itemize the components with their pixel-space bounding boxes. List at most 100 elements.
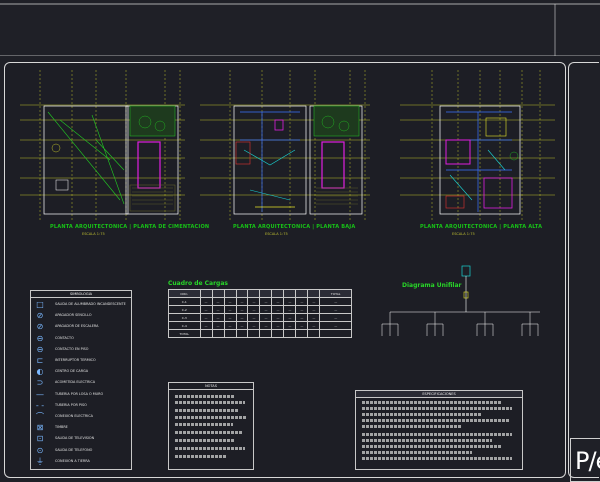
load-table: CIRC. TOTAL C-1— — — — — — — — — — — C-2— — — — — — — — — — — C-… bbox=[168, 289, 352, 339]
legend-item: — TUBERIA POR LOSA O MURO bbox=[33, 389, 129, 401]
table-header-cell bbox=[223, 289, 237, 298]
table-header-cell bbox=[211, 289, 225, 298]
legend-label: APAGADOR SENCILLO bbox=[55, 313, 92, 318]
table-cell: — bbox=[307, 321, 321, 330]
spec-line bbox=[362, 425, 462, 428]
table-cell: — bbox=[211, 321, 225, 330]
ground-icon: ⏚ bbox=[36, 456, 44, 466]
outlet-icon: ⊘ bbox=[36, 322, 44, 332]
spec-line bbox=[362, 401, 502, 404]
table-cell: — bbox=[295, 305, 309, 314]
table-cell: — bbox=[271, 321, 285, 330]
legend-label: CONTACTO bbox=[55, 335, 74, 340]
table-header-cell bbox=[247, 289, 261, 298]
table-cell: TOTAL bbox=[168, 329, 201, 338]
spec-line bbox=[362, 445, 502, 448]
table-cell: — bbox=[223, 305, 237, 314]
table-row: TOTAL bbox=[168, 329, 352, 338]
table-header-cell bbox=[199, 289, 213, 298]
plan-3 bbox=[400, 70, 555, 222]
table-header-cell bbox=[283, 289, 297, 298]
table-cell: — bbox=[271, 313, 285, 322]
single-line-diagram bbox=[381, 265, 540, 336]
legend-label: ACOMETIDA ELECTRICA bbox=[55, 380, 96, 385]
contact-icon: ⊖ bbox=[36, 333, 44, 343]
table-header-cell: CIRC. bbox=[168, 289, 201, 298]
specs-title: ESPECIFICACIONES bbox=[356, 391, 522, 398]
table-cell: — bbox=[283, 321, 297, 330]
notes-title: NOTAS bbox=[169, 383, 253, 390]
table-cell: — bbox=[211, 297, 225, 306]
cargas-title: Cuadro de Cargas bbox=[168, 280, 228, 287]
spec-line bbox=[362, 439, 492, 442]
table-cell bbox=[259, 329, 273, 338]
legend-label: SALIDA DE ALUMBRADO INCANDESCENTE bbox=[55, 302, 126, 306]
table-row: C-3— — — — — — — — — — — bbox=[168, 313, 352, 322]
table-cell bbox=[295, 329, 309, 338]
table-cell: — bbox=[283, 313, 297, 322]
legend-label: CONEXION A TIERRA bbox=[55, 458, 90, 463]
legend-label: APAGADOR DE ESCALERA bbox=[55, 324, 99, 329]
table-header-cell bbox=[259, 289, 273, 298]
note-line bbox=[175, 439, 235, 442]
table-header-cell bbox=[307, 289, 321, 298]
table-cell: — bbox=[247, 305, 261, 314]
interruptor-icon: ⊏ bbox=[36, 356, 44, 365]
table-cell: — bbox=[199, 305, 213, 314]
legend-item: □ SALIDA DE ALUMBRADO INCANDESCENTE bbox=[33, 299, 129, 311]
table-cell: — bbox=[283, 297, 297, 306]
sheet-code-box: P/e bbox=[570, 438, 600, 482]
table-cell: — bbox=[295, 313, 309, 322]
legend-label: INTERRUPTOR TERMICO bbox=[55, 358, 96, 362]
sheet-code: P/e bbox=[575, 447, 600, 475]
table-cell bbox=[307, 329, 321, 338]
legend-label: CENTRO DE CARGA bbox=[55, 369, 89, 374]
bell-icon: ⊠ bbox=[36, 423, 44, 433]
legend-item: ⊡ SALIDA DE TELEVISION bbox=[33, 433, 129, 445]
table-header-cell bbox=[271, 289, 285, 298]
spec-line bbox=[362, 451, 472, 454]
table-cell: — bbox=[271, 305, 285, 314]
table-cell: — bbox=[247, 297, 261, 306]
plan-3-scale: ESCALA 1:75 bbox=[452, 232, 475, 236]
legend-item: ◐ CENTRO DE CARGA bbox=[33, 366, 129, 378]
phone-icon: ⊙ bbox=[36, 445, 44, 455]
table-cell: — bbox=[271, 297, 285, 306]
table-cell bbox=[283, 329, 297, 338]
table-cell: — bbox=[211, 305, 225, 314]
contact-icon: ⊖ bbox=[36, 344, 44, 354]
plan-2-scale: ESCALA 1:75 bbox=[265, 232, 288, 236]
table-cell: — bbox=[319, 297, 352, 306]
table-cell: — bbox=[259, 321, 273, 330]
note-line bbox=[175, 409, 239, 412]
spec-line bbox=[362, 413, 482, 416]
note-line bbox=[175, 431, 243, 434]
table-cell: — bbox=[283, 305, 297, 314]
table-cell: C-1 bbox=[168, 297, 201, 306]
table-cell: — bbox=[259, 313, 273, 322]
table-cell: C-2 bbox=[168, 305, 201, 314]
line-icon: — bbox=[36, 389, 44, 399]
legend-item: ⌒ CONEXION ELECTRICA bbox=[33, 411, 129, 423]
table-cell: — bbox=[259, 305, 273, 314]
square-icon: □ bbox=[36, 300, 44, 309]
plan-3-caption: PLANTA ARQUITECTONICA | PLANTA ALTA bbox=[420, 224, 543, 230]
legend-item: ⊃ ACOMETIDA ELECTRICA bbox=[33, 377, 129, 389]
table-cell: — bbox=[235, 297, 249, 306]
spec-line bbox=[362, 419, 510, 422]
plan-1-caption: PLANTA ARQUITECTONICA | PLANTA DE CIMENT… bbox=[50, 224, 210, 230]
table-cell: — bbox=[307, 297, 321, 306]
legend-item: ⊖ CONTACTO EN PISO bbox=[33, 344, 129, 356]
table-cell: — bbox=[307, 305, 321, 314]
table-header-cell bbox=[235, 289, 249, 298]
table-cell: — bbox=[319, 313, 352, 322]
spec-line bbox=[362, 407, 512, 410]
table-cell bbox=[271, 329, 285, 338]
table-cell bbox=[223, 329, 237, 338]
table-cell: — bbox=[259, 297, 273, 306]
table-cell bbox=[319, 329, 352, 338]
table-cell: — bbox=[211, 313, 225, 322]
legend-label: TUBERIA POR LOSA O MURO bbox=[55, 391, 104, 396]
meter-icon: ⊃ bbox=[36, 378, 44, 388]
table-cell: — bbox=[223, 313, 237, 322]
